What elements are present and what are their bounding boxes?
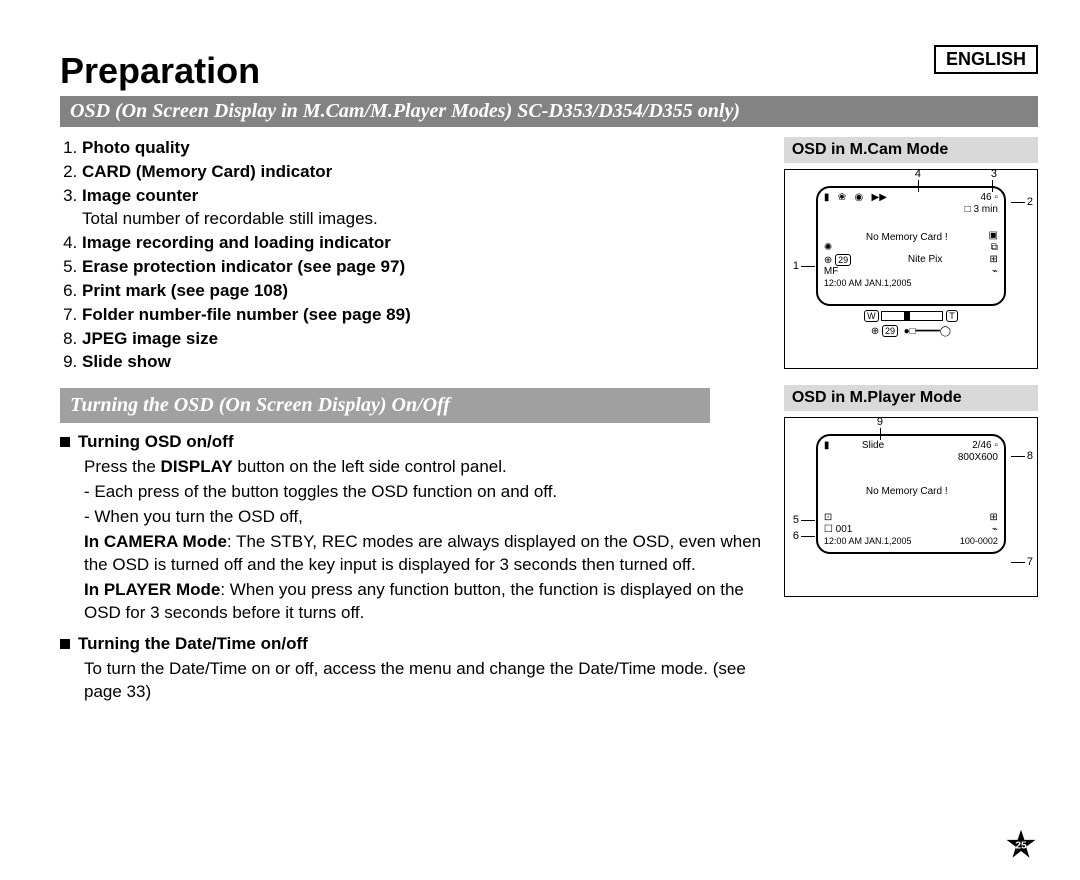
zoom-bar: W T bbox=[791, 310, 1031, 322]
display-button-label: DISPLAY bbox=[161, 457, 233, 476]
turning-datetime-section: Turning the Date/Time on/off To turn the… bbox=[60, 633, 764, 704]
slide-text: Slide bbox=[862, 440, 884, 451]
section-heading-1: OSD (On Screen Display in M.Cam/M.Player… bbox=[60, 96, 1038, 127]
screen-mcam: ▮ ❀ ◉ ▶▶ 46 ▫ □ 3 min No Memory Card ! ▣… bbox=[816, 186, 1006, 306]
item-9: Slide show bbox=[82, 351, 764, 374]
no-card-msg: No Memory Card ! bbox=[866, 486, 948, 497]
leader-line bbox=[1011, 562, 1025, 563]
zoom-w: W bbox=[864, 310, 879, 322]
screen-mplayer: ▮ Slide 2/46 ▫ 800X600 No Memory Card ! … bbox=[816, 434, 1006, 554]
callout-9: 9 bbox=[877, 416, 883, 428]
leader-line bbox=[1011, 202, 1025, 203]
callout-8: 8 bbox=[1027, 450, 1033, 462]
item-2: CARD (Memory Card) indicator bbox=[82, 161, 764, 184]
dash-2: - When you turn the OSD off, bbox=[84, 506, 764, 529]
sect2-header: Turning the Date/Time on/off bbox=[78, 634, 308, 653]
item-5: Erase protection indicator (see page 97) bbox=[82, 256, 764, 279]
count-text: 2/46 ▫ bbox=[972, 440, 998, 451]
leader-line bbox=[801, 266, 815, 267]
icon-right-3: ⊞ bbox=[990, 254, 998, 265]
osd-legend-list: Photo quality CARD (Memory Card) indicat… bbox=[60, 137, 764, 374]
time-text: □ 3 min bbox=[965, 204, 998, 215]
leader-line bbox=[801, 520, 815, 521]
figure-mcam: 1 2 3 4 ▮ ❀ ◉ ▶▶ 46 ▫ □ 3 min No Memory … bbox=[784, 169, 1038, 369]
lock-icon: ⊡ bbox=[824, 512, 832, 523]
file-text: 100-0002 bbox=[960, 536, 998, 546]
leader-line bbox=[1011, 456, 1025, 457]
left-column: Photo quality CARD (Memory Card) indicat… bbox=[60, 133, 764, 706]
item-4: Image recording and loading indicator bbox=[82, 232, 764, 255]
icon-right-1: ▣ bbox=[988, 230, 997, 241]
callout-2: 2 bbox=[1027, 196, 1033, 208]
panel-b-title: OSD in M.Player Mode bbox=[784, 385, 1038, 411]
bullet-icon bbox=[60, 437, 70, 447]
page-number-badge: 25 bbox=[1004, 828, 1038, 862]
batt-icon: ▮ bbox=[824, 440, 830, 451]
icon-right-4: ⌁ bbox=[992, 266, 998, 277]
language-badge: ENGLISH bbox=[934, 45, 1038, 74]
sect1-header: Turning OSD on/off bbox=[78, 432, 233, 451]
leader-line bbox=[801, 536, 815, 537]
bottom-row: ⊕ 29 ●□━━━━◯ bbox=[791, 325, 1031, 337]
size-text: 800X600 bbox=[958, 452, 998, 463]
callout-5: 5 bbox=[793, 514, 799, 526]
sect2-text: To turn the Date/Time on or off, access … bbox=[84, 658, 764, 704]
icon-right: ⊞ bbox=[990, 512, 998, 523]
item-8: JPEG image size bbox=[82, 328, 764, 351]
item-7: Folder number-file number (see page 89) bbox=[82, 304, 764, 327]
mf-text: MF bbox=[824, 266, 838, 277]
count-text: 46 ▫ bbox=[980, 192, 997, 203]
callout-3: 3 bbox=[991, 168, 997, 180]
icon-left-1: ✺ bbox=[824, 242, 832, 253]
date-text: 12:00 AM JAN.1,2005 bbox=[824, 278, 912, 288]
callout-1: 1 bbox=[793, 260, 799, 272]
text: button on the left side control panel. bbox=[233, 457, 507, 476]
dash-1: - Each press of the button toggles the O… bbox=[84, 481, 764, 504]
item-1: Photo quality bbox=[82, 137, 764, 160]
zoom-t: T bbox=[946, 310, 958, 322]
item-6: Print mark (see page 108) bbox=[82, 280, 764, 303]
bullet-icon bbox=[60, 639, 70, 649]
callout-6: 6 bbox=[793, 530, 799, 542]
callout-4: 4 bbox=[915, 168, 921, 180]
player-mode-label: In PLAYER Mode bbox=[84, 580, 220, 599]
icon-right-b: ⌁ bbox=[992, 524, 998, 535]
section-heading-2: Turning the OSD (On Screen Display) On/O… bbox=[60, 388, 710, 423]
page-title: Preparation bbox=[60, 50, 1038, 92]
right-column: OSD in M.Cam Mode 1 2 3 4 ▮ ❀ ◉ ▶▶ 46 ▫ … bbox=[784, 133, 1038, 706]
nitepix-text: Nite Pix bbox=[908, 254, 942, 265]
page-number: 25 bbox=[1015, 840, 1027, 851]
callout-7: 7 bbox=[1027, 556, 1033, 568]
folder-text: ☐ 001 bbox=[824, 524, 852, 535]
panel-a-title: OSD in M.Cam Mode bbox=[784, 137, 1038, 163]
top-left-icons: ▮ ❀ ◉ ▶▶ bbox=[824, 192, 887, 203]
figure-mplayer: 9 8 5 6 7 ▮ Slide 2/46 ▫ 800X600 No Memo… bbox=[784, 417, 1038, 597]
no-card-msg: No Memory Card ! bbox=[866, 232, 948, 243]
item-3: Image counterTotal number of recordable … bbox=[82, 185, 764, 231]
date-text: 12:00 AM JAN.1,2005 bbox=[824, 536, 912, 546]
text: Press the bbox=[84, 457, 161, 476]
turning-osd-section: Turning OSD on/off Press the DISPLAY but… bbox=[60, 431, 764, 625]
camera-mode-label: In CAMERA Mode bbox=[84, 532, 227, 551]
icon-29: ⊕ 29 bbox=[824, 254, 851, 266]
icon-right-2: ⧉ bbox=[991, 242, 998, 253]
